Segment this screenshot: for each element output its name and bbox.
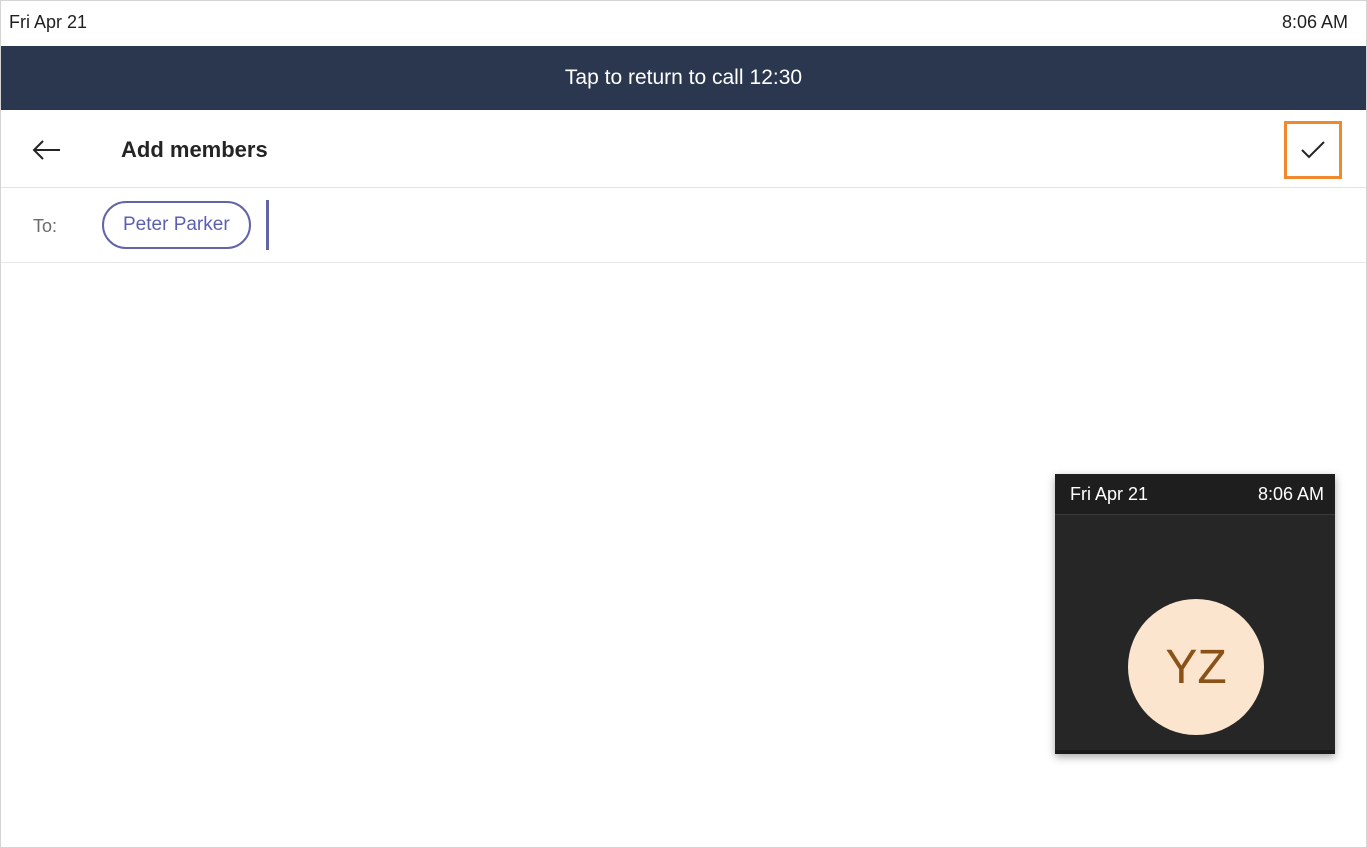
to-label: To: xyxy=(33,216,58,236)
preview-video-area: YZ xyxy=(1055,515,1335,754)
status-time: 8:06 AM xyxy=(1281,12,1348,32)
back-button[interactable] xyxy=(27,130,67,170)
status-date: Fri Apr 21 xyxy=(9,12,88,32)
text-cursor xyxy=(266,200,269,250)
avatar: YZ xyxy=(1128,599,1264,735)
avatar-initials: YZ xyxy=(1165,640,1227,694)
return-to-call-banner[interactable]: Tap to return to call 12:30 xyxy=(1,46,1366,110)
recipient-search-input[interactable] xyxy=(273,200,1357,252)
status-bar: Fri Apr 21 8:06 AM xyxy=(1,1,1366,46)
checkmark-icon xyxy=(1301,141,1325,159)
call-duration: 12:30 xyxy=(749,66,803,89)
preview-bottom-edge xyxy=(1055,750,1335,754)
recipient-row: To: Peter Parker xyxy=(1,188,1366,263)
recipient-chip-label: Peter Parker xyxy=(123,214,230,235)
preview-date: Fri Apr 21 xyxy=(1070,484,1149,504)
page-header: Add members xyxy=(1,110,1366,188)
arrow-left-icon xyxy=(32,140,60,160)
teams-add-members-screen: Fri Apr 21 8:06 AM Tap to return to call… xyxy=(0,0,1367,848)
preview-time: 8:06 AM xyxy=(1257,484,1324,504)
confirm-button[interactable] xyxy=(1284,121,1342,179)
page-title: Add members xyxy=(121,137,268,162)
preview-status-bar: Fri Apr 21 8:06 AM xyxy=(1055,474,1335,515)
call-preview-window[interactable]: Fri Apr 21 8:06 AM YZ xyxy=(1055,474,1335,754)
return-to-call-text: Tap to return to call xyxy=(564,66,744,89)
recipient-chip[interactable]: Peter Parker xyxy=(102,201,251,249)
